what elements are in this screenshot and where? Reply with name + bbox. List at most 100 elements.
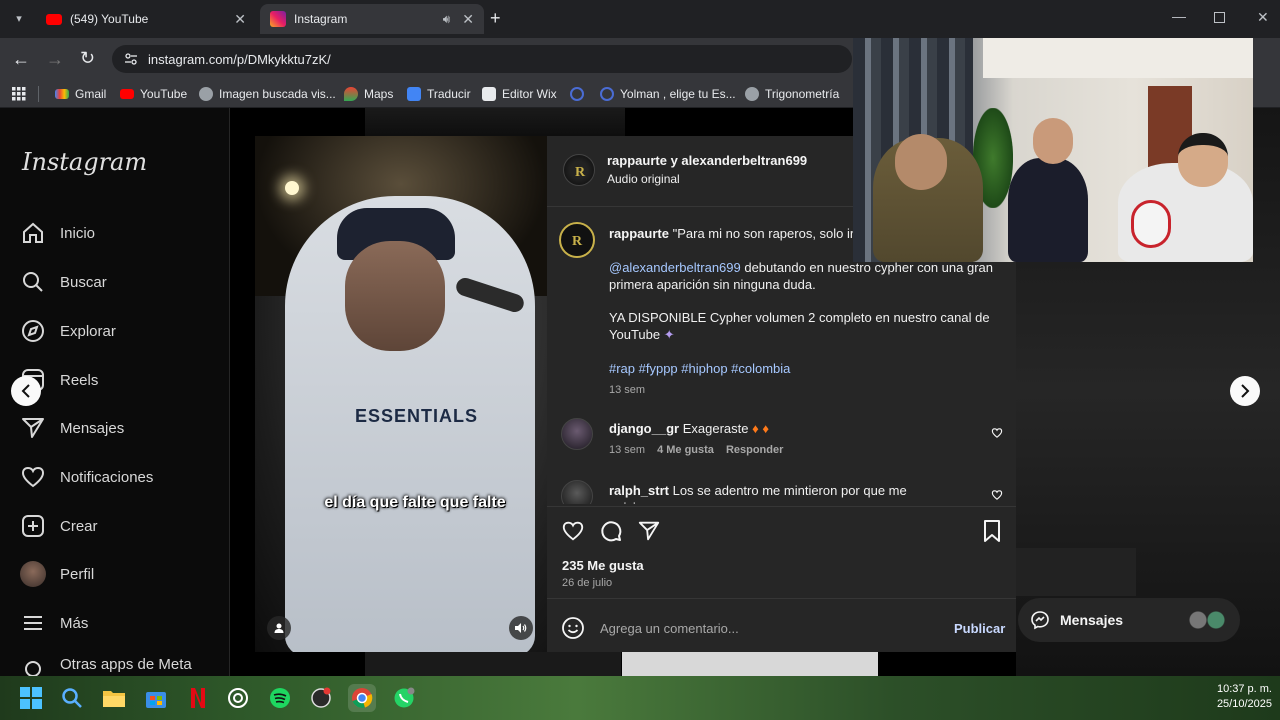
comment-timestamp[interactable]: 13 sem <box>609 444 645 456</box>
sidebar-item-explorar[interactable]: Explorar <box>20 316 116 346</box>
bookmark-maps[interactable]: Maps <box>344 84 393 104</box>
next-post-button[interactable] <box>1230 376 1260 406</box>
tab-youtube[interactable]: (549) YouTube ✕ <box>36 4 256 34</box>
microsoft-store-icon[interactable] <box>142 684 170 712</box>
instagram-logo[interactable]: Instagram <box>22 148 147 176</box>
bookmark-yolman[interactable]: Yolman , elige tu Es... <box>600 84 736 104</box>
close-tab-icon[interactable]: ✕ <box>462 11 474 28</box>
bookmark-label: Traducir <box>427 87 471 101</box>
bookmark-label: Trigonometría <box>765 87 840 101</box>
like-heart-icon[interactable] <box>561 519 585 543</box>
like-comment-heart-icon[interactable] <box>991 427 1003 439</box>
back-icon[interactable]: ← <box>12 49 30 70</box>
reply-button[interactable]: Responder <box>726 444 783 456</box>
svg-text:R: R <box>572 234 583 249</box>
sidebar-item-label: Reels <box>60 371 99 389</box>
comment-input[interactable]: Agrega un comentario... <box>600 621 739 636</box>
reload-icon[interactable]: ↻ <box>80 48 95 69</box>
bookmark-label: Imagen buscada vis... <box>219 87 336 101</box>
reel-video[interactable]: ESSENTIALS el día que falte que falte <box>255 136 547 652</box>
bookmark-youtube[interactable]: YouTube <box>120 84 187 104</box>
chrome-icon[interactable] <box>348 684 376 712</box>
mascot-toy <box>1131 200 1171 248</box>
address-bar[interactable]: instagram.com/p/DMkykktu7zK/ <box>112 45 852 73</box>
windows-start-icon[interactable] <box>17 684 45 712</box>
bookmark-imagen[interactable]: Imagen buscada vis... <box>199 84 336 104</box>
whatsapp-icon[interactable] <box>390 684 418 712</box>
background-reel <box>365 108 625 136</box>
sidebar-item-mas[interactable]: Más <box>20 608 88 638</box>
person-center <box>1008 158 1088 262</box>
previous-post-button[interactable] <box>11 376 41 406</box>
globe-icon <box>570 87 584 101</box>
share-send-icon[interactable] <box>637 519 661 543</box>
file-explorer-icon[interactable] <box>100 684 128 712</box>
wix-icon <box>482 87 496 101</box>
messenger-icon <box>1030 610 1050 630</box>
sidebar-item-inicio[interactable]: Inicio <box>20 218 95 248</box>
sidebar-item-mensajes[interactable]: Mensajes <box>20 413 124 443</box>
messages-floating-button[interactable]: Mensajes <box>1018 598 1240 642</box>
like-comment-heart-icon[interactable] <box>991 489 1003 501</box>
avatar[interactable] <box>561 480 593 504</box>
mention-link[interactable]: @alexanderbeltran699 <box>609 260 741 275</box>
post-header-users[interactable]: rappaurte y alexanderbeltran699 <box>607 153 807 168</box>
instagram-icon <box>270 11 286 27</box>
sidebar-item-buscar[interactable]: Buscar <box>20 267 107 297</box>
comment-username[interactable]: django__gr <box>609 421 679 436</box>
sidebar-item-label: Notificaciones <box>60 468 154 486</box>
avatar[interactable]: R <box>559 222 595 258</box>
bookmark-blank[interactable] <box>570 84 590 104</box>
sidebar-item-perfil[interactable]: Perfil <box>20 559 94 589</box>
comment-bubble-icon[interactable] <box>599 519 623 543</box>
globe-icon <box>600 87 614 101</box>
forward-icon[interactable]: → <box>46 49 64 70</box>
hashtags[interactable]: #rap #fyppp #hiphop #colombia <box>609 360 790 377</box>
bookmark-gmail[interactable]: Gmail <box>55 84 106 104</box>
bookmark-wix[interactable]: Editor Wix <box>482 84 557 104</box>
bookmark-trigonometria[interactable]: Trigonometría <box>745 84 839 104</box>
publish-button[interactable]: Publicar <box>954 621 1005 636</box>
netflix-icon[interactable] <box>184 684 212 712</box>
app-icon[interactable] <box>307 684 335 712</box>
sidebar-item-meta-apps[interactable]: Otras apps de Meta <box>20 656 192 676</box>
webcam-overlay <box>853 38 1253 262</box>
search-icon[interactable] <box>58 684 86 712</box>
meta-apps-icon <box>20 656 46 676</box>
avatar[interactable] <box>561 418 593 450</box>
site-info-icon[interactable] <box>124 52 138 66</box>
compass-icon <box>20 318 46 344</box>
caption-timestamp[interactable]: 13 sem <box>609 384 645 396</box>
emoji-picker-icon[interactable] <box>561 616 585 640</box>
sidebar-item-crear[interactable]: Crear <box>20 511 98 541</box>
gmail-icon <box>55 89 69 99</box>
tab-instagram[interactable]: Instagram 🔊︎ ✕ <box>260 4 484 34</box>
comment-likes[interactable]: 4 Me gusta <box>657 444 714 456</box>
spotify-icon[interactable] <box>266 684 294 712</box>
taskbar-clock[interactable]: 10:37 p. m. 25/10/2025 <box>1200 682 1272 712</box>
tagged-user-icon[interactable] <box>267 616 291 640</box>
bookmark-label: Editor Wix <box>502 87 557 101</box>
close-tab-icon[interactable]: ✕ <box>234 11 246 28</box>
avatar[interactable]: R <box>563 154 595 186</box>
audio-playing-icon[interactable]: 🔊︎ <box>443 12 451 27</box>
caption-username[interactable]: rappaurte <box>609 226 669 241</box>
tab-instagram-title: Instagram <box>294 12 348 26</box>
tab-list-dropdown-icon[interactable]: ▾ <box>10 10 28 28</box>
post-date[interactable]: 26 de julio <box>562 577 612 589</box>
bookmark-traducir[interactable]: Traducir <box>407 84 471 104</box>
minimize-icon[interactable]: — <box>1172 8 1186 24</box>
likes-count[interactable]: 235 Me gusta <box>562 558 644 573</box>
apps-grid-icon[interactable] <box>12 84 26 104</box>
chatgpt-icon[interactable] <box>224 684 252 712</box>
restore-icon[interactable] <box>1214 12 1225 23</box>
close-window-icon[interactable]: ✕ <box>1257 9 1269 26</box>
comment-username[interactable]: ralph_strt <box>609 483 669 498</box>
divider <box>547 506 1016 507</box>
save-bookmark-icon[interactable] <box>981 519 1003 543</box>
sidebar-item-notificaciones[interactable]: Notificaciones <box>20 462 153 492</box>
home-icon <box>20 220 46 246</box>
volume-icon[interactable] <box>509 616 533 640</box>
audio-label[interactable]: Audio original <box>607 172 680 186</box>
new-tab-button[interactable]: + <box>490 8 501 29</box>
